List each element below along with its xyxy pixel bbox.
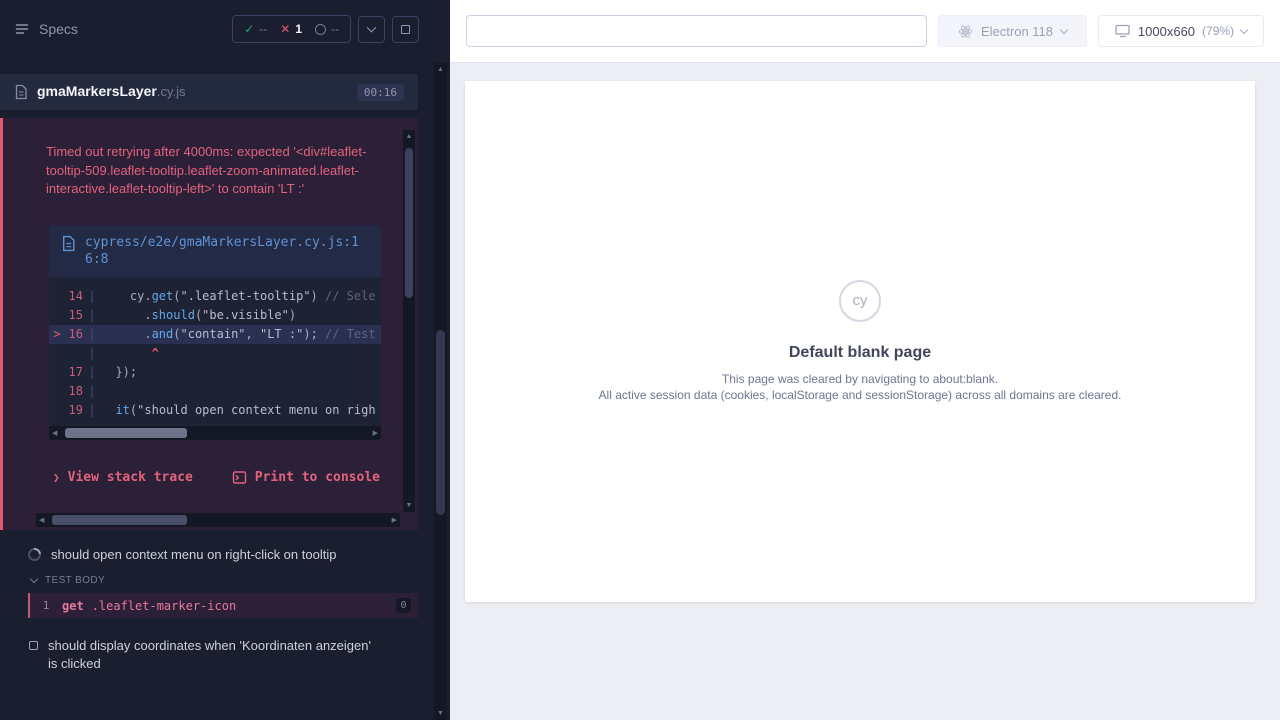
pending-count: -- [331,22,339,36]
chevron-right-icon: ❯ [53,471,60,484]
aut-iframe: cy Default blank page This page was clea… [465,81,1255,602]
console-icon [232,470,247,485]
view-stack-trace-button[interactable]: ❯ View stack trace [53,470,193,485]
blank-page-line2: All active session data (cookies, localS… [599,387,1122,404]
blank-page-line1: This page was cleared by navigating to a… [599,371,1122,388]
spec-duration: 00:16 [357,84,404,101]
test-body-section[interactable]: TEST BODY [0,571,105,589]
browser-label: Electron 118 [981,24,1053,39]
scroll-right-icon[interactable]: ▶ [392,517,397,524]
cypress-app: Specs ✓ -- ✕ 1 -- [0,0,1280,720]
command-message: .leaflet-marker-icon [92,599,237,613]
viewport-icon [1115,24,1131,38]
failed-attempt-panel: Timed out retrying after 4000ms: expecte… [0,118,418,530]
command-count-badge: 0 [396,598,411,613]
reporter-controls: ✓ -- ✕ 1 -- [232,15,419,43]
stats-box: ✓ -- ✕ 1 -- [232,15,351,43]
pending-icon [315,24,326,35]
scroll-up-icon[interactable]: ▲ [434,66,447,73]
scroll-right-icon[interactable]: ▶ [373,430,378,437]
spec-bar[interactable]: gmaMarkersLayer.cy.js 00:16 [0,74,418,110]
scroll-down-icon[interactable]: ▼ [434,710,447,717]
command-number: 1 [30,599,62,612]
code-line: 19| it("should open context menu on righ [49,401,381,420]
blank-page-title: Default blank page [599,344,1122,362]
runner-header: Electron 118 1000x660 (79%) [450,0,1280,63]
scroll-left-icon[interactable]: ◀ [39,517,44,524]
viewport-size: 1000x660 [1138,24,1195,39]
code-line: 15| .should("be.visible") [49,306,381,325]
stat-failed: ✕ 1 [280,22,302,36]
runner-panel: Electron 118 1000x660 (79%) cy Default b… [450,0,1280,720]
check-icon: ✓ [244,22,254,36]
test-title: should open context menu on right-click … [51,547,336,562]
specs-label: Specs [39,21,78,37]
command-log-row[interactable]: 1 get .leaflet-marker-icon 0 [28,593,418,618]
attempt-vscrollbar[interactable]: ▲ ▼ [403,130,415,512]
error-actions: ❯ View stack trace Print to console [53,470,380,485]
viewport-select[interactable]: 1000x660 (79%) [1098,15,1264,47]
stop-run-button[interactable] [392,16,419,43]
code-line: >16| .and("contain", "LT :"); // Test [49,325,381,344]
reporter-header: Specs ✓ -- ✕ 1 -- [0,0,433,58]
reporter-vscrollbar[interactable]: ▲ ▼ [434,63,447,720]
code-line: 18| [49,382,381,401]
attempt-vscroll-thumb[interactable] [405,148,413,298]
code-frame-hscrollbar[interactable]: ◀ ▶ [49,426,381,440]
attempt-hscrollbar[interactable]: ◀ ▶ [36,513,400,527]
passed-count: -- [259,22,267,36]
code-line: 14| cy.get(".leaflet-tooltip") // Sele [49,287,381,306]
scroll-down-icon[interactable]: ▼ [403,502,415,509]
test-body-label: TEST BODY [45,575,105,586]
code-line: | ^ [49,344,381,363]
specs-list-icon [14,21,30,37]
chevron-down-icon [30,574,38,582]
file-link-text: cypress/e2e/gmaMarkersLayer.cy.js:16:8 [85,234,369,268]
test-item-active[interactable]: should open context menu on right-click … [0,543,418,565]
file-icon [61,235,76,252]
cross-icon: ✕ [280,22,290,36]
command-method: get [62,599,84,613]
print-to-console-button[interactable]: Print to console [232,470,380,485]
spinner-icon [25,545,43,563]
reporter-vscroll-thumb[interactable] [436,330,445,515]
cypress-logo: cy [839,280,881,322]
chevron-down-icon [1240,25,1248,33]
attempt-hscroll-thumb[interactable] [52,515,187,525]
stop-icon [401,25,410,34]
chevron-down-icon [1060,25,1068,33]
queued-test-icon [29,641,38,650]
spec-extension: .cy.js [157,84,186,99]
reporter-panel: Specs ✓ -- ✕ 1 -- [0,0,450,720]
electron-browser-icon [958,24,973,39]
url-input[interactable] [466,15,927,47]
viewport-scale: (79%) [1202,24,1234,38]
stack-trace-label: View stack trace [68,470,193,485]
stat-pending: -- [315,22,339,36]
stat-passed: ✓ -- [244,22,267,36]
test-title: should display coordinates when 'Koordin… [48,637,383,673]
scroll-up-icon[interactable]: ▲ [403,133,415,140]
spec-name: gmaMarkersLayer [37,83,157,99]
print-console-label: Print to console [255,470,380,485]
code-frame: cypress/e2e/gmaMarkersLayer.cy.js:16:8 1… [49,225,381,440]
specs-menu-toggle[interactable]: Specs [14,21,78,37]
failed-count: 1 [295,22,302,36]
browser-select[interactable]: Electron 118 [938,15,1087,47]
code-line: 17| }); [49,363,381,382]
error-message: Timed out retrying after 4000ms: expecte… [46,143,388,199]
code-frame-hscroll-thumb[interactable] [65,428,187,438]
code-frame-file-link[interactable]: cypress/e2e/gmaMarkersLayer.cy.js:16:8 [49,225,381,277]
chevron-down-icon [367,23,377,33]
spec-file-icon [14,84,28,100]
blank-page-content: cy Default blank page This page was clea… [599,280,1122,404]
scroll-left-icon[interactable]: ◀ [52,430,57,437]
viewport-stage: cy Default blank page This page was clea… [450,63,1280,720]
test-item-queued[interactable]: should display coordinates when 'Koordin… [0,637,418,673]
code-lines: 14| cy.get(".leaflet-tooltip") // Sele15… [49,277,381,426]
collapse-all-button[interactable] [358,16,385,43]
